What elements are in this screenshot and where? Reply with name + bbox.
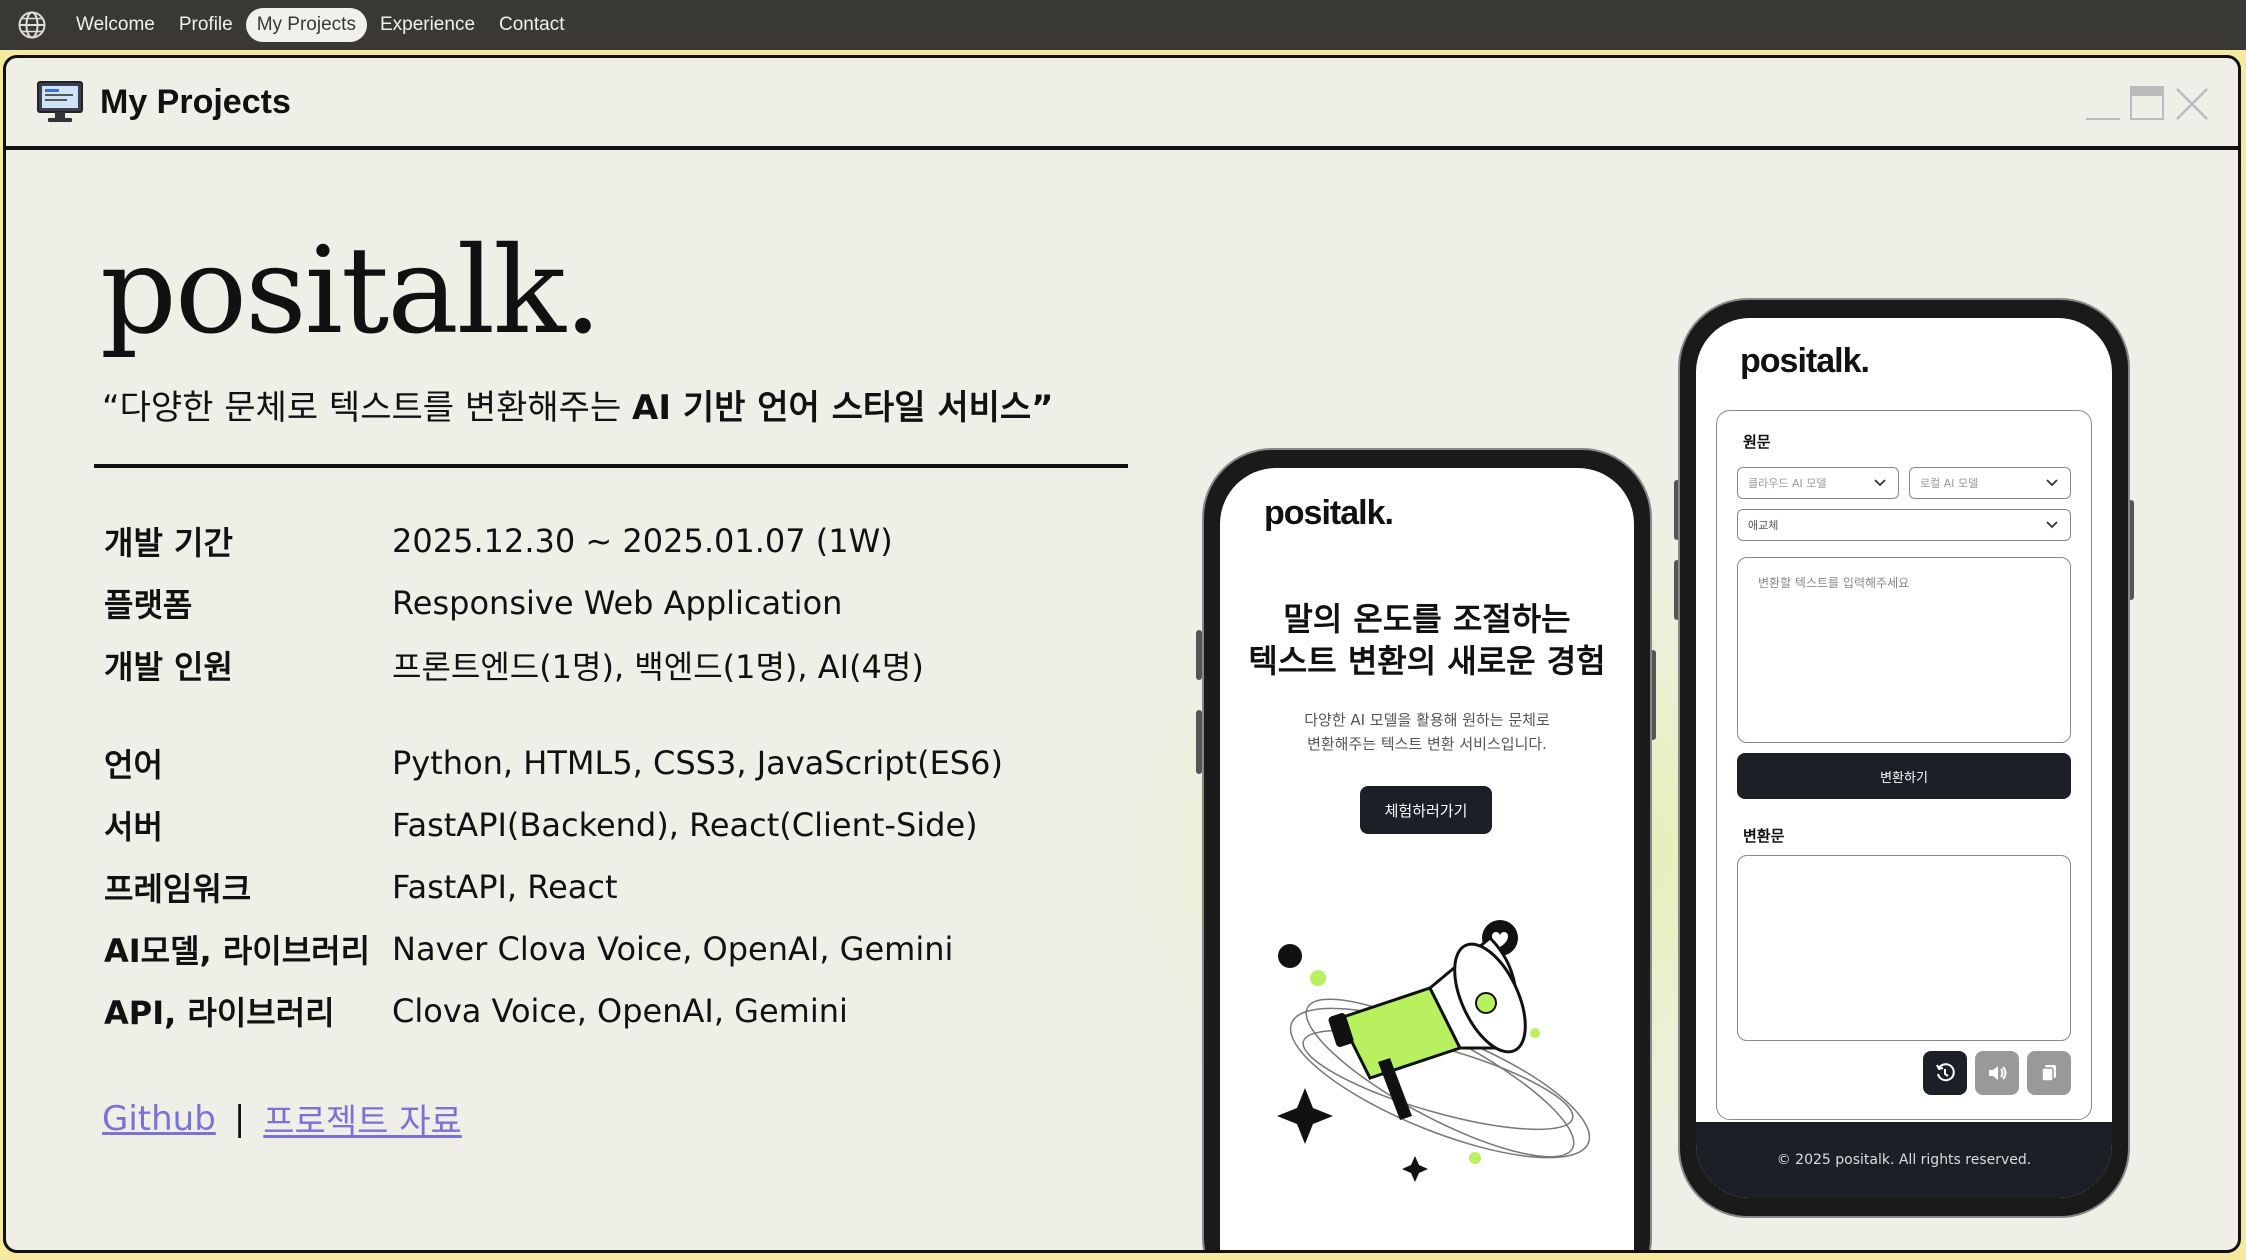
info-row-period: 개발 기간 2025.12.30 ~ 2025.01.07 (1W) <box>104 510 1003 572</box>
info-label: 개발 인원 <box>104 648 233 686</box>
info-value: FastAPI, React <box>392 868 618 906</box>
info-row-framework: 프레임워크 FastAPI, React <box>104 856 1003 918</box>
info-value: Naver Clova Voice, OpenAI, Gemini <box>392 930 954 968</box>
info-label: 플랫폼 <box>104 586 193 624</box>
megaphone-icon <box>1277 920 1591 1182</box>
nav-experience[interactable]: Experience <box>369 8 486 42</box>
info-row-api: API, 라이브러리 Clova Voice, OpenAI, Gemini <box>104 980 1003 1042</box>
style-select[interactable]: 애교체 <box>1737 509 2071 541</box>
landing-subtext: 다양한 AI 모델을 활용해 원하는 문체로 변환해주는 텍스트 변환 서비스입… <box>1304 711 1550 753</box>
converter-card: 원문 클라우드 AI 모델 로컬 AI 모델 애교체 변환할 텍스트를 입력해주… <box>1716 410 2092 1120</box>
info-label: API, 라이브러리 <box>104 994 335 1032</box>
projects-window: My Projects positalk. “다양한 문체로 텍스트를 변환해주… <box>3 55 2241 1253</box>
app-footer: © 2025 positalk. All rights reserved. <box>1696 1122 2112 1198</box>
project-name: positalk. <box>100 222 602 361</box>
info-value: 프론트엔드(1명), 백엔드(1명), AI(4명) <box>392 648 924 686</box>
globe-icon[interactable] <box>17 10 47 40</box>
app-logo: positalk. <box>1264 494 1394 532</box>
nav-contact[interactable]: Contact <box>488 8 575 42</box>
taskbar: Welcome Profile My Projects Experience C… <box>0 0 2246 50</box>
result-label: 변환문 <box>1743 827 1785 845</box>
project-docs-link[interactable]: 프로젝트 자료 <box>263 1094 462 1143</box>
info-value: Clova Voice, OpenAI, Gemini <box>392 992 848 1030</box>
info-value: 2025.12.30 ~ 2025.01.07 (1W) <box>392 522 893 560</box>
project-links: Github | 프로젝트 자료 <box>102 1094 462 1143</box>
window-title: My Projects <box>100 82 291 121</box>
info-row-team: 개발 인원 프론트엔드(1명), 백엔드(1명), AI(4명) <box>104 634 1003 696</box>
copy-icon <box>2041 1065 2056 1082</box>
window-content: positalk. “다양한 문체로 텍스트를 변환해주는 AI 기반 언어 스… <box>6 150 2238 1250</box>
info-value: Responsive Web Application <box>392 584 843 622</box>
github-link[interactable]: Github <box>102 1099 216 1139</box>
info-row-platform: 플랫폼 Responsive Web Application <box>104 572 1003 634</box>
result-textarea[interactable] <box>1737 855 2071 1041</box>
divider <box>94 464 1128 468</box>
nav-welcome[interactable]: Welcome <box>65 8 166 42</box>
phone-screen: positalk. 말의 온도를 조절하는 텍스트 변환의 새로운 경험 다양한… <box>1220 468 1634 1250</box>
phone-screen: positalk. 원문 클라우드 AI 모델 로컬 AI 모델 애교체 변환할… <box>1696 318 2112 1198</box>
project-tagline: “다양한 문체로 텍스트를 변환해주는 AI 기반 언어 스타일 서비스” <box>102 388 1054 428</box>
maximize-icon[interactable] <box>2130 86 2164 120</box>
try-button[interactable]: 체험하러가기 <box>1360 786 1492 834</box>
speaker-button[interactable] <box>1975 1051 2019 1095</box>
window-titlebar[interactable]: My Projects <box>6 58 2238 150</box>
project-info: 개발 기간 2025.12.30 ~ 2025.01.07 (1W) 플랫폼 R… <box>104 510 1003 1042</box>
monitor-icon <box>37 81 83 122</box>
info-label: 서버 <box>104 808 163 846</box>
chevron-down-icon <box>1874 479 1886 487</box>
cloud-model-select[interactable]: 클라우드 AI 모델 <box>1737 467 1899 499</box>
nav-profile[interactable]: Profile <box>168 8 244 42</box>
info-row-language: 언어 Python, HTML5, CSS3, JavaScript(ES6) <box>104 732 1003 794</box>
info-value: FastAPI(Backend), React(Client-Side) <box>392 806 978 844</box>
source-label: 원문 <box>1743 433 1771 451</box>
phone-mockup-landing: positalk. 말의 온도를 조절하는 텍스트 변환의 새로운 경험 다양한… <box>1202 448 1652 1250</box>
nav-my-projects[interactable]: My Projects <box>245 8 367 42</box>
convert-button[interactable]: 변환하기 <box>1737 753 2071 799</box>
info-label: AI모델, 라이브러리 <box>104 932 371 970</box>
info-row-server: 서버 FastAPI(Backend), React(Client-Side) <box>104 794 1003 856</box>
chevron-down-icon <box>2046 479 2058 487</box>
minimize-icon[interactable] <box>2086 86 2120 120</box>
landing-headline: 말의 온도를 조절하는 텍스트 변환의 새로운 경험 <box>1248 600 1606 680</box>
app-logo: positalk. <box>1740 342 1870 380</box>
window-controls <box>2086 86 2210 122</box>
copy-button[interactable] <box>2027 1051 2071 1095</box>
link-separator: | <box>233 1098 246 1139</box>
info-row-ai-model: AI모델, 라이브러리 Naver Clova Voice, OpenAI, G… <box>104 918 1003 980</box>
source-textarea[interactable]: 변환할 텍스트를 입력해주세요 <box>1737 557 2071 743</box>
local-model-select[interactable]: 로컬 AI 모델 <box>1909 467 2071 499</box>
info-label: 개발 기간 <box>104 524 233 562</box>
speaker-icon <box>1989 1066 2007 1080</box>
phone-mockup-app: positalk. 원문 클라우드 AI 모델 로컬 AI 모델 애교체 변환할… <box>1678 298 2130 1218</box>
chevron-down-icon <box>2046 521 2058 529</box>
history-icon <box>1936 1063 1955 1082</box>
info-value: Python, HTML5, CSS3, JavaScript(ES6) <box>392 744 1003 782</box>
info-label: 언어 <box>104 746 163 784</box>
close-icon[interactable] <box>2174 86 2210 122</box>
history-button[interactable] <box>1923 1051 1967 1095</box>
info-label: 프레임워크 <box>104 870 252 908</box>
